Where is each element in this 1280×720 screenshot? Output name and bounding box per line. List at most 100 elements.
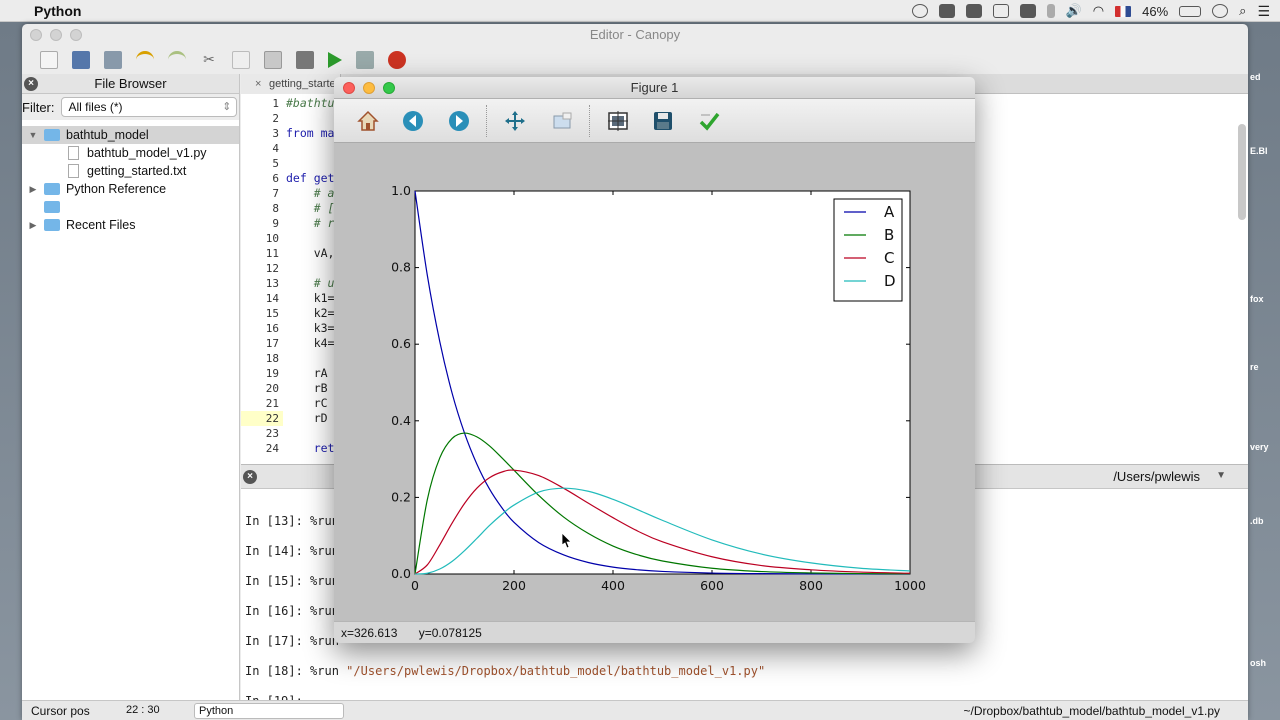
code-line[interactable] — [286, 351, 334, 366]
screen-icon[interactable] — [1019, 4, 1036, 18]
app-menu[interactable]: Python — [34, 3, 81, 19]
figure-title-bar[interactable]: Figure 1 — [334, 77, 975, 99]
uk-flag-icon[interactable] — [1115, 5, 1132, 17]
code-line[interactable]: # u — [286, 276, 335, 291]
code-lines[interactable]: #bathtu from ma def get # a # [ # r vA, # … — [286, 96, 334, 456]
dropbox-icon[interactable] — [938, 4, 955, 18]
code-line[interactable] — [286, 141, 334, 156]
chevron-down-icon[interactable]: ▼ — [1216, 470, 1226, 481]
code-line[interactable]: # r — [286, 216, 335, 231]
code-line[interactable] — [286, 426, 334, 441]
desktop-icon-label[interactable]: fox — [1250, 294, 1264, 304]
volume-icon[interactable]: 🔊 — [1066, 3, 1082, 19]
search-replace-icon[interactable] — [296, 51, 314, 69]
code-line[interactable]: k2= — [286, 306, 335, 321]
editor-scrollbar[interactable] — [1238, 124, 1246, 220]
undo-icon[interactable] — [136, 51, 154, 69]
console-entry[interactable]: In [18]: %run "/Users/pwlewis/Dropbox/ba… — [245, 664, 765, 678]
console-entry[interactable]: In [15]: %run — [245, 574, 339, 588]
tree-item-bathtub-model-v1[interactable]: bathtub_model_v1.py — [22, 144, 239, 162]
code-line[interactable]: # [ — [286, 201, 335, 216]
tree-item-recent-files[interactable]: ▶ Recent Files — [22, 216, 239, 234]
console-entry[interactable]: In [14]: %run — [245, 544, 339, 558]
plot-canvas[interactable]: 0 200 400 600 800 1000 0.0 0.2 0.4 0.6 0.8 1.0 ABCD — [334, 143, 975, 621]
forward-arrow-icon[interactable] — [448, 110, 470, 132]
console-cwd[interactable]: /Users/pwlewis — [1113, 469, 1200, 484]
run-icon[interactable] — [328, 52, 342, 68]
code-line[interactable]: ret — [286, 441, 335, 456]
code-line[interactable] — [286, 261, 334, 276]
save-icon[interactable] — [652, 110, 674, 132]
code-line[interactable]: #bathtu — [286, 96, 334, 111]
edit-check-icon[interactable] — [698, 110, 720, 132]
time-machine-icon[interactable] — [1212, 4, 1229, 18]
code-line[interactable]: k4= — [286, 336, 335, 351]
tab-getting-started[interactable]: × getting_starte — [241, 74, 341, 94]
code-line[interactable] — [286, 231, 334, 246]
desktop-icon-label[interactable]: osh — [1250, 658, 1266, 668]
debug-icon[interactable] — [356, 51, 374, 69]
tree-item-bathtub-model[interactable]: ▼ bathtub_model — [22, 126, 239, 144]
new-file-icon[interactable] — [40, 51, 58, 69]
console-entry[interactable]: In [17]: %run — [245, 634, 339, 648]
code-line[interactable]: from ma — [286, 126, 334, 141]
close-console-icon[interactable]: × — [243, 470, 257, 484]
subplots-icon[interactable] — [607, 110, 629, 132]
tree-item-unnamed-folder[interactable] — [22, 198, 239, 216]
battery-icon[interactable] — [1179, 5, 1202, 17]
desktop-icon-label[interactable]: .db — [1250, 516, 1264, 526]
code-line[interactable]: k3= — [286, 321, 335, 336]
desktop-icon-label[interactable]: E.BI — [1250, 146, 1268, 156]
interrupt-kernel-icon[interactable] — [388, 51, 406, 69]
close-panel-icon[interactable]: × — [24, 77, 38, 91]
skype-icon[interactable] — [992, 4, 1009, 18]
close-window-button[interactable] — [30, 29, 42, 41]
minimize-window-button[interactable] — [50, 29, 62, 41]
record-icon[interactable] — [911, 4, 928, 18]
code-line[interactable]: def get — [286, 171, 334, 186]
desktop-icon-label[interactable]: very — [1250, 442, 1269, 452]
evernote-icon[interactable] — [965, 4, 982, 18]
cut-icon[interactable]: ✂ — [200, 51, 218, 69]
code-line[interactable]: rD — [286, 411, 334, 426]
minimize-window-button[interactable] — [363, 82, 375, 94]
code-line[interactable]: rC — [286, 396, 334, 411]
language-select[interactable]: Python — [194, 703, 344, 719]
collapse-triangle-icon[interactable]: ▶ — [22, 184, 44, 195]
desktop-icon-label[interactable]: re — [1250, 362, 1259, 372]
zoom-icon[interactable] — [551, 110, 573, 132]
copy-icon[interactable] — [232, 51, 250, 69]
save-all-icon[interactable] — [104, 51, 122, 69]
code-line[interactable]: vA, — [286, 246, 335, 261]
code-line[interactable]: k1= — [286, 291, 335, 306]
close-window-button[interactable] — [343, 82, 355, 94]
collapse-triangle-icon[interactable]: ▶ — [22, 220, 44, 231]
pan-icon[interactable] — [504, 110, 526, 132]
paste-icon[interactable] — [264, 51, 282, 69]
back-arrow-icon[interactable] — [402, 110, 424, 132]
tree-item-getting-started[interactable]: getting_started.txt — [22, 162, 239, 180]
desktop-icon-label[interactable]: ed — [1250, 72, 1261, 82]
save-icon[interactable] — [72, 51, 90, 69]
zoom-window-button[interactable] — [383, 82, 395, 94]
code-line[interactable] — [286, 156, 334, 171]
code-line[interactable]: rB — [286, 381, 334, 396]
console-entry[interactable]: In [16]: %run — [245, 604, 339, 618]
wifi-icon[interactable]: ◠ — [1093, 3, 1104, 19]
redo-icon[interactable] — [168, 51, 186, 69]
code-line[interactable]: rA — [286, 366, 334, 381]
expand-triangle-icon[interactable]: ▼ — [22, 130, 44, 140]
zoom-window-button[interactable] — [70, 29, 82, 41]
home-icon[interactable] — [357, 110, 379, 132]
bluetooth-icon[interactable] — [1046, 4, 1055, 18]
close-tab-icon[interactable]: × — [255, 74, 261, 94]
notification-center-icon[interactable]: ☰ — [1257, 3, 1270, 20]
code-line[interactable] — [286, 111, 334, 126]
console-entry[interactable]: In [13]: %run — [245, 514, 339, 528]
tree-item-python-reference[interactable]: ▶ Python Reference — [22, 180, 239, 198]
spotlight-search-icon[interactable]: ⌕ — [1239, 3, 1246, 19]
battery-percent[interactable]: 46% — [1142, 4, 1168, 19]
filter-select[interactable]: All files (*) — [60, 97, 237, 117]
code-line[interactable]: # a — [286, 186, 335, 201]
editor-title-bar[interactable]: Editor - Canopy — [22, 24, 1248, 46]
